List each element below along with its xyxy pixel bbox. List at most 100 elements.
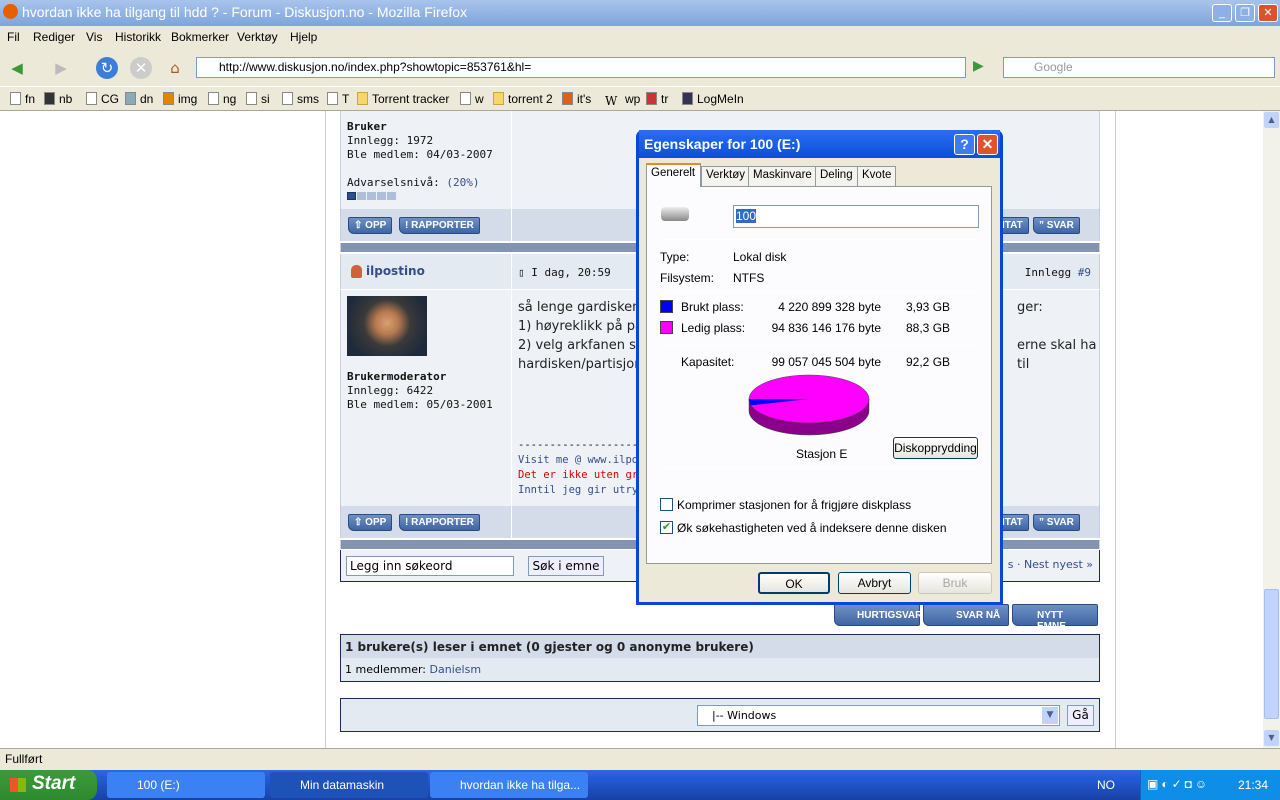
stop-icon[interactable]: ✕	[130, 57, 152, 79]
capacity-label: Kapasitet:	[681, 355, 735, 369]
home-icon[interactable]: ⌂	[164, 57, 186, 79]
reload-icon[interactable]: ↻	[96, 57, 118, 79]
chevron-down-icon[interactable]: ▼	[1042, 707, 1058, 724]
go-button[interactable]: Gå	[1067, 705, 1094, 726]
tab-kvote[interactable]: Kvote	[857, 166, 897, 186]
menu-hjelp[interactable]: Hjelp	[290, 30, 317, 44]
bookmark[interactable]: CG	[86, 92, 119, 106]
tab-verktoy[interactable]: Verktøy	[701, 166, 750, 186]
forum-jump-select[interactable]: |-- Windows ▼	[697, 705, 1060, 726]
user-group: Brukermoderator	[347, 370, 447, 383]
cancel-button[interactable]: Avbryt	[838, 572, 911, 594]
scroll-thumb[interactable]	[1264, 589, 1279, 719]
dialog-titlebar: Egenskaper for 100 (E:) ? ✕	[639, 130, 1000, 158]
bookmark[interactable]: dn	[125, 92, 153, 106]
drive-label: Stasjon E	[796, 447, 848, 461]
bookmark[interactable]: fn	[10, 92, 35, 106]
scroll-down-button[interactable]: ▼	[1264, 730, 1279, 746]
used-bytes: 4 220 899 328 byte	[778, 300, 881, 314]
go-arrow-icon[interactable]: ▶	[973, 58, 984, 74]
bookmark[interactable]: nb	[44, 92, 72, 106]
bookmark[interactable]: it's	[562, 92, 591, 106]
apply-button[interactable]: Bruk	[918, 572, 992, 594]
join-date: Ble medlem: 04/03-2007	[347, 148, 493, 161]
search-input[interactable]: Google	[1003, 57, 1275, 78]
free-label: Ledig plass:	[681, 321, 746, 335]
reply-button[interactable]: ” SVAR	[1033, 514, 1080, 531]
join-date: Ble medlem: 05/03-2001	[347, 398, 493, 411]
maximize-button[interactable]: ❐	[1235, 4, 1255, 22]
menu-bar: Fil Rediger Vis Historikk Bokmerker Verk…	[0, 26, 1280, 48]
post-text: så lenge gardisken 1) høyreklikk på pa 2) …	[518, 300, 644, 372]
author-link[interactable]: ilpostino	[366, 264, 425, 278]
menu-bokmerker[interactable]: Bokmerker	[171, 30, 229, 44]
vertical-scrollbar[interactable]: ▲ ▼	[1263, 111, 1280, 748]
status-text: Fullført	[5, 752, 43, 766]
bookmark[interactable]: Wwp	[605, 92, 640, 108]
bookmark[interactable]: ng	[208, 92, 236, 106]
drive-icon	[661, 207, 689, 221]
url-input[interactable]: http://www.diskusjon.no/index.php?showto…	[196, 57, 966, 78]
member-link[interactable]: Danielsm	[430, 663, 482, 676]
window-title: hvordan ikke ha tilgang til hdd ? - Foru…	[22, 4, 468, 20]
taskbar-item-my-computer[interactable]: Min datamaskin	[270, 772, 428, 798]
forum-jump: |-- Windows ▼ Gå	[340, 698, 1100, 732]
firefox-icon	[3, 4, 18, 19]
up-button[interactable]: ⇧ OPP	[348, 217, 393, 234]
topic-search-button[interactable]: Søk i emne	[528, 556, 604, 576]
menu-rediger[interactable]: Rediger	[33, 30, 75, 44]
bookmark[interactable]: tr	[646, 92, 668, 106]
index-label[interactable]: Øk søkehastigheten ved å indeksere denne…	[677, 521, 947, 535]
taskbar-item-firefox[interactable]: hvordan ikke ha tilga...	[430, 772, 588, 798]
tray-icons[interactable]: ▣◐✓◘☺	[1147, 777, 1210, 791]
disk-cleanup-button[interactable]: Diskopprydding	[893, 437, 978, 459]
reply-button[interactable]: ” SVAR	[1033, 217, 1080, 234]
topic-search-input[interactable]: Legg inn søkeord	[346, 556, 514, 576]
forward-icon[interactable]: ▶	[50, 57, 72, 79]
compress-label[interactable]: Komprimer stasjonen for å frigjøre diskp…	[677, 498, 911, 512]
report-button[interactable]: ! RAPPORTER	[399, 514, 480, 531]
scroll-up-button[interactable]: ▲	[1264, 112, 1279, 128]
up-button[interactable]: ⇧ OPP	[348, 514, 393, 531]
tab-deling[interactable]: Deling	[815, 166, 858, 186]
back-icon[interactable]: ◀	[6, 57, 28, 79]
report-button[interactable]: ! RAPPORTER	[399, 217, 480, 234]
reply-now-button[interactable]: SVAR NÅ	[923, 604, 1009, 626]
taskbar-item-drive[interactable]: 100 (E:)	[107, 772, 265, 798]
system-tray: ▣◐✓◘☺ 21:34	[1140, 770, 1280, 800]
warn-value[interactable]: (20%)	[446, 176, 479, 189]
menu-verktoy[interactable]: Verktøy	[237, 30, 278, 44]
bookmark[interactable]: si	[246, 92, 270, 106]
help-button[interactable]: ?	[954, 134, 975, 155]
bookmark[interactable]: T	[327, 92, 349, 106]
bookmark[interactable]: img	[163, 92, 197, 106]
new-topic-button[interactable]: NYTT EMNE	[1012, 604, 1098, 632]
close-button[interactable]: ✕	[1258, 4, 1278, 22]
dialog-close-button[interactable]: ✕	[977, 134, 998, 155]
clock: 21:34	[1238, 778, 1269, 792]
bookmark-folder[interactable]: Torrent tracker	[357, 92, 449, 106]
tab-maskinvare[interactable]: Maskinvare	[748, 166, 817, 186]
capacity-gb: 92,2 GB	[906, 355, 951, 369]
warn-label: Advarselsnivå:	[347, 176, 440, 189]
tab-generelt[interactable]: Generelt	[646, 163, 701, 187]
drive-name-input[interactable]: 100	[733, 205, 979, 228]
status-bar: Fullført	[0, 748, 1280, 770]
menu-fil[interactable]: Fil	[7, 30, 20, 44]
used-color-swatch	[660, 300, 673, 313]
pagination-next[interactable]: s · Nest nyest »	[1008, 558, 1093, 571]
language-indicator[interactable]: NO	[1097, 778, 1115, 792]
menu-historikk[interactable]: Historikk	[115, 30, 161, 44]
post-number: Innlegg #9	[1024, 266, 1091, 279]
bookmark[interactable]: LogMeIn	[682, 92, 744, 106]
ok-button[interactable]: OK	[758, 572, 830, 594]
bookmark-folder[interactable]: torrent 2	[493, 92, 553, 106]
start-button[interactable]: Start	[0, 770, 97, 800]
bookmark[interactable]: w	[460, 92, 484, 106]
quick-reply-button[interactable]: HURTIGSVAR	[834, 604, 922, 626]
menu-vis[interactable]: Vis	[86, 30, 102, 44]
index-checkbox[interactable]: ✔	[660, 521, 673, 534]
compress-checkbox[interactable]	[660, 498, 673, 511]
bookmark[interactable]: sms	[282, 92, 319, 106]
minimize-button[interactable]: _	[1212, 4, 1232, 22]
